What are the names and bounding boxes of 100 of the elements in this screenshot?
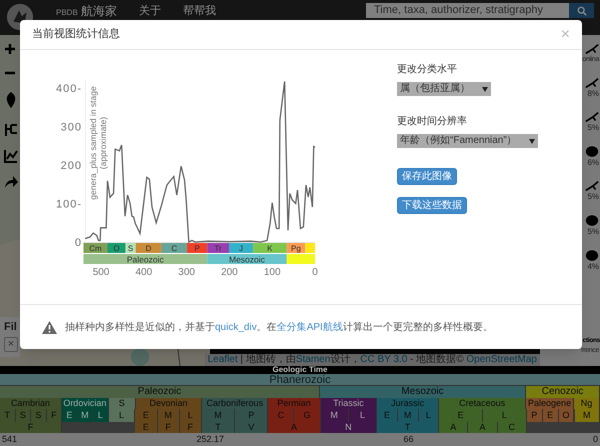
epoch-band[interactable]: F xyxy=(46,409,62,422)
period-band: Pg xyxy=(286,243,306,253)
axis-label: 66 xyxy=(404,433,414,446)
search-field[interactable]: Time, taxa, authorizer, stratigraphy xyxy=(366,3,569,18)
nav-link[interactable]: 帮帮我 xyxy=(182,4,216,18)
age-band[interactable]: A xyxy=(439,422,468,433)
timescale-title: Geologic Time xyxy=(0,366,600,374)
tree-icon[interactable] xyxy=(4,121,18,137)
taxon-share: 5% xyxy=(587,227,599,237)
note-link[interactable]: 全分集API航线 xyxy=(276,322,343,332)
attribution-link[interactable]: CC BY 3.0 xyxy=(360,354,408,365)
search-button[interactable] xyxy=(569,3,594,18)
period-band[interactable]: Cretaceous xyxy=(439,398,526,409)
epoch-band[interactable]: M xyxy=(398,409,418,422)
action-button[interactable]: 下载这些数据 xyxy=(397,197,467,214)
epoch-band[interactable]: E xyxy=(439,409,484,422)
epoch-band[interactable]: P xyxy=(235,409,268,422)
age-band[interactable]: V xyxy=(235,422,268,433)
epoch-band[interactable]: P xyxy=(526,409,543,422)
axis-label: 0 xyxy=(592,433,598,446)
action-button[interactable]: 保存此图像 xyxy=(397,168,457,185)
epoch-band[interactable]: L xyxy=(348,409,378,422)
attribution-link[interactable]: Stamen xyxy=(296,354,330,365)
line-chart-icon[interactable] xyxy=(4,149,18,163)
taxon-share: 5% xyxy=(587,123,599,133)
age-band[interactable]: N xyxy=(320,422,378,433)
eon-band[interactable]: Phanerozoic xyxy=(0,374,600,386)
clear-button[interactable]: × xyxy=(4,337,18,352)
age-band[interactable]: F xyxy=(158,422,180,433)
epoch-band[interactable]: C xyxy=(268,409,294,422)
epoch-band[interactable]: M xyxy=(320,409,349,422)
age-band[interactable]: A xyxy=(268,422,321,433)
age-band[interactable]: F xyxy=(180,422,202,433)
age-band[interactable]: T xyxy=(377,422,440,433)
period-band[interactable]: Devonian xyxy=(136,398,202,409)
bird-icon xyxy=(585,77,599,89)
epoch-band[interactable]: G xyxy=(294,409,321,422)
attribution-link[interactable]: OpenStreetMap xyxy=(466,354,537,365)
epoch-band[interactable]: M xyxy=(78,409,94,422)
age-band[interactable]: F xyxy=(0,422,62,433)
period-band[interactable]: Jurassic xyxy=(377,398,440,409)
period-band[interactable]: Paleogene xyxy=(526,398,574,409)
epoch-band[interactable]: E xyxy=(542,409,559,422)
epoch-band[interactable]: L xyxy=(93,409,109,422)
dialog-title: 当前视图统计信息 xyxy=(32,26,120,42)
y-tick-label: 100- xyxy=(56,198,82,210)
period-band[interactable]: S xyxy=(108,398,136,409)
epoch-band[interactable]: M xyxy=(158,409,180,422)
era-band[interactable]: Paleozoic xyxy=(0,386,320,398)
close-button[interactable]: × xyxy=(560,26,570,42)
epoch-band[interactable]: S xyxy=(31,409,47,422)
epoch-band[interactable]: M xyxy=(202,409,236,422)
period-band[interactable]: Ng xyxy=(574,398,600,409)
age-band[interactable]: T xyxy=(202,422,236,433)
period-band[interactable]: Ordovician xyxy=(62,398,109,409)
epoch-band[interactable]: M xyxy=(574,409,600,422)
caret-icon xyxy=(482,86,488,92)
epoch-band[interactable]: T xyxy=(0,409,16,422)
era-band[interactable]: Mesozoic xyxy=(320,386,526,398)
attribution-link[interactable]: Leaflet xyxy=(208,354,238,365)
note-link[interactable]: quick_div xyxy=(215,322,257,332)
leaf-icon[interactable] xyxy=(4,91,18,109)
age-band[interactable]: C xyxy=(498,422,527,433)
brand-name: 航海家 xyxy=(80,4,117,18)
period-band: K xyxy=(252,243,287,253)
period-band[interactable]: Carboniferous xyxy=(202,398,268,409)
field-label: 更改分类水平 xyxy=(397,62,457,77)
era-band[interactable]: Cenozoic xyxy=(526,386,600,398)
period-band: O xyxy=(107,243,126,253)
period-band[interactable]: Permian xyxy=(268,398,321,409)
filter-label: Fil xyxy=(4,321,17,334)
epoch-band[interactable]: L xyxy=(483,409,527,422)
age-band[interactable]: A xyxy=(468,422,498,433)
blob-icon xyxy=(585,145,599,158)
period-band[interactable]: Triassic xyxy=(320,398,378,409)
epoch-band[interactable]: L xyxy=(108,409,136,422)
dropdown[interactable]: 属（包括亚属） xyxy=(397,82,491,96)
epoch-band[interactable]: E xyxy=(377,409,398,422)
plus-icon[interactable] xyxy=(4,43,16,55)
taxon-share: 5% xyxy=(587,192,599,202)
period-band[interactable]: Cambrian xyxy=(0,398,62,409)
epoch-band[interactable]: S xyxy=(16,409,32,422)
epoch-band[interactable]: E xyxy=(135,409,158,422)
period-band: D xyxy=(136,243,162,253)
age-band[interactable]: E xyxy=(135,422,158,433)
arrow-icon[interactable] xyxy=(4,175,18,189)
map-attribution: Leaflet | 地图砖，由Stamen设计，CC BY 3.0 - 地图数据© OpenStreetMap xyxy=(204,354,540,366)
warning-note: 抽样种内多样性是近似的，并基于quick_div。在全分集API航线计算出一个更完整的多样性概要。 xyxy=(65,320,493,334)
epoch-band[interactable]: L xyxy=(180,409,202,422)
caret-icon xyxy=(528,138,535,144)
axis-label: 541 xyxy=(2,433,18,446)
x-tick-label: 400 xyxy=(136,267,152,278)
nav-link[interactable]: 关于 xyxy=(138,4,161,18)
dropdown[interactable]: 年龄（例如“Famennian”） xyxy=(397,134,538,148)
epoch-band[interactable]: L xyxy=(418,409,440,422)
y-tick-label: 0 xyxy=(74,237,82,249)
blob-icon xyxy=(585,214,599,227)
epoch-band[interactable]: O xyxy=(558,409,574,422)
epoch-band[interactable]: E xyxy=(62,409,78,422)
y-tick-label: 200 xyxy=(60,160,82,172)
